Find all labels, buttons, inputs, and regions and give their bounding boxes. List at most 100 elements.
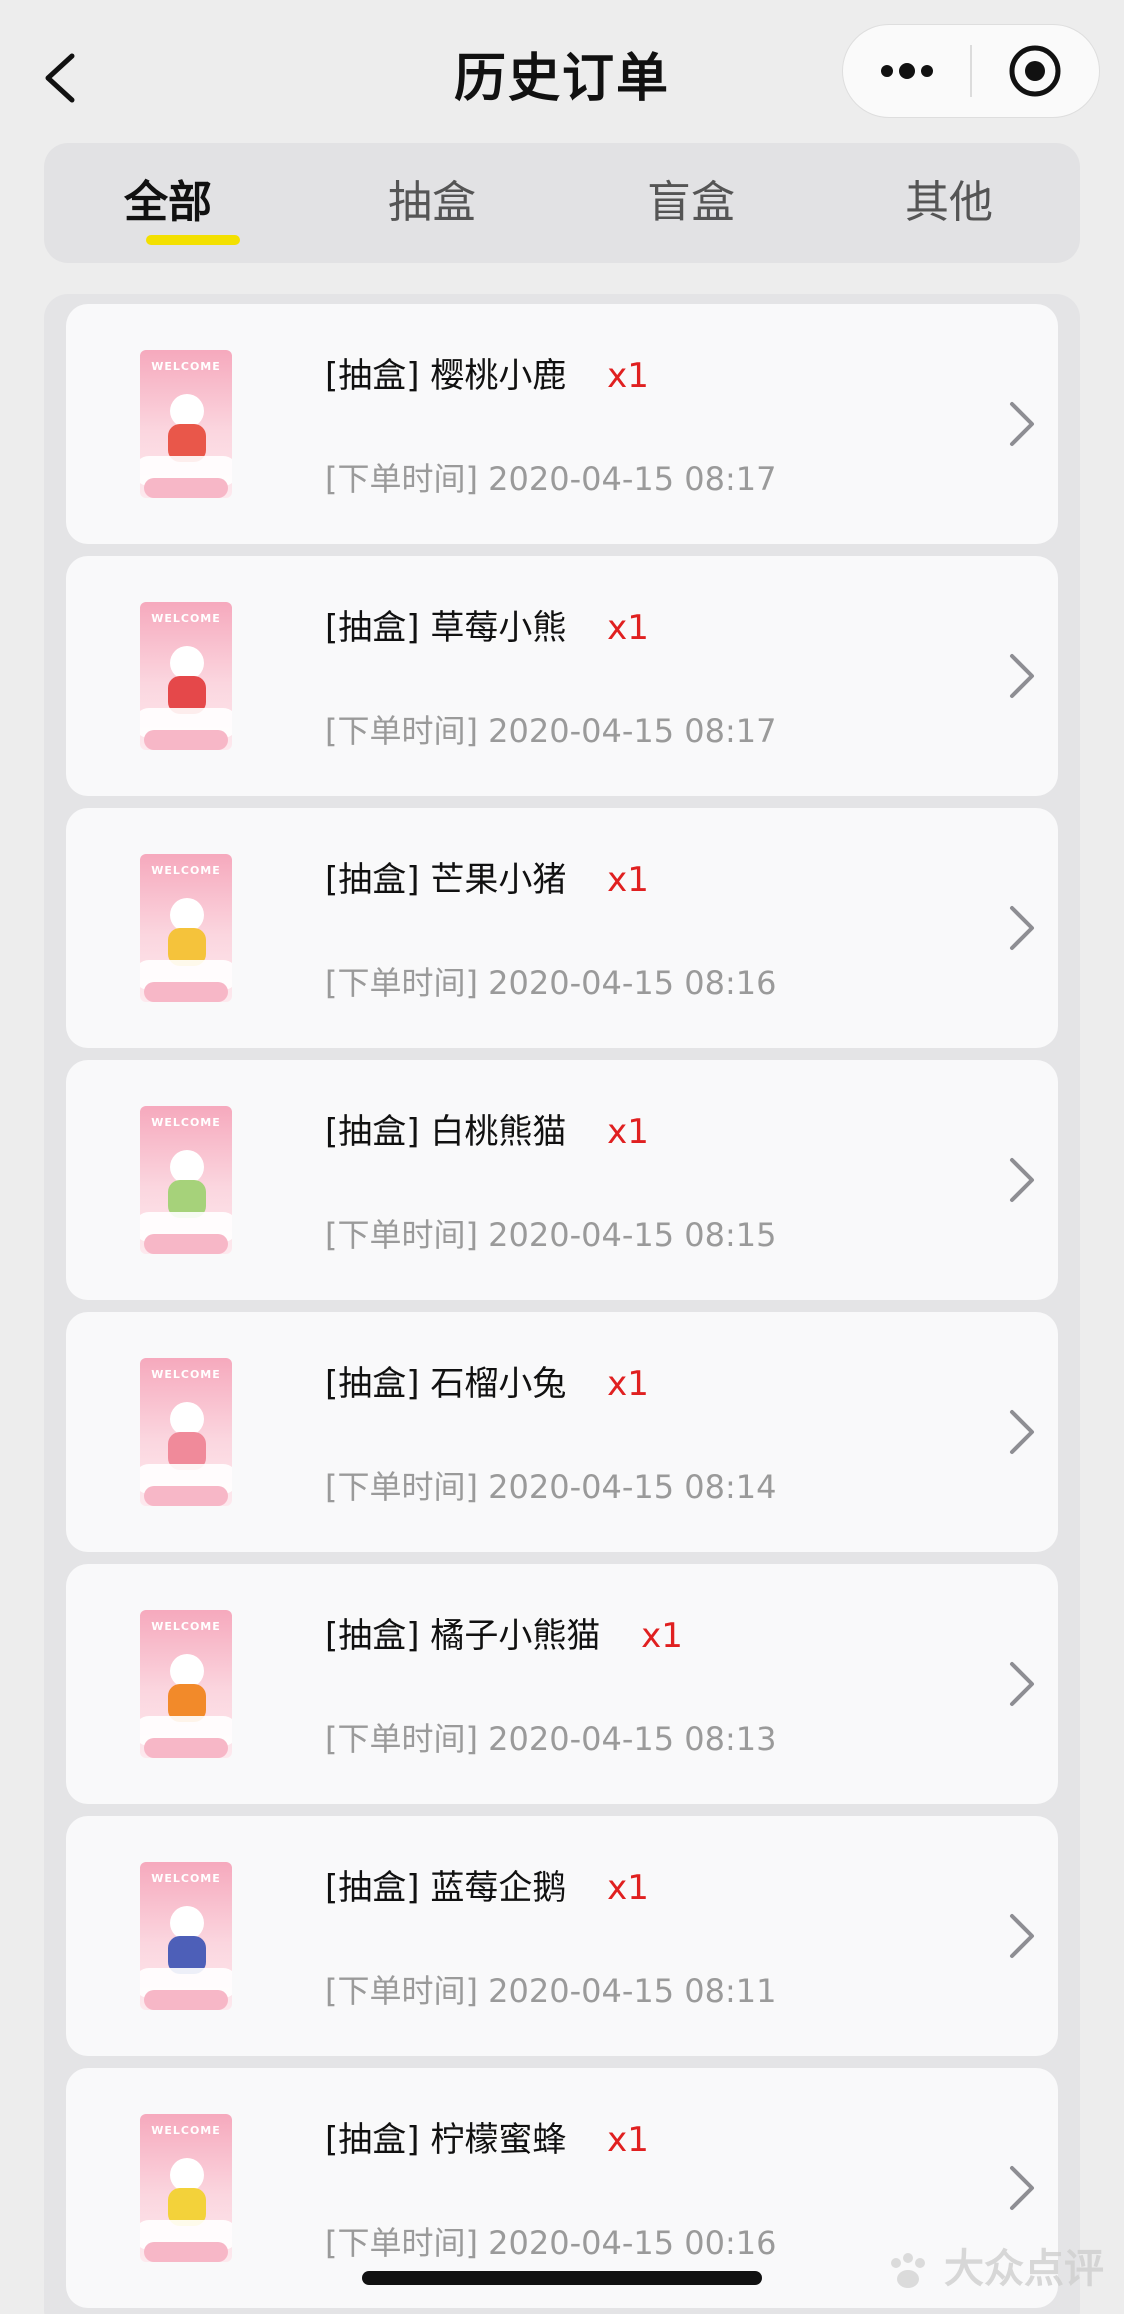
order-time-value: 2020-04-15 08:13 [488,1720,777,1758]
thumbnail-base [144,730,228,750]
product-thumbnail: WELCOME [140,2114,232,2262]
target-circle-icon [1009,45,1061,97]
order-quantity: x1 [607,1112,649,1152]
order-item-name: 橘子小熊猫 [430,1616,601,1656]
chevron-right-icon [1010,1158,1034,1202]
order-item-title: [抽盒] 白桃熊猫 x1 [325,1104,649,1153]
order-card[interactable]: WELCOME [抽盒] 石榴小兔 x1 [下单时间] 2020-04-15 0… [66,1312,1058,1552]
order-time: [下单时间] 2020-04-15 08:16 [325,958,777,1004]
order-time-value: 2020-04-15 08:11 [488,1972,777,2010]
tab-label: 其他 [905,177,993,228]
tab-label: 盲盒 [647,177,735,228]
order-time-label: [下单时间] [325,1720,478,1758]
more-dots-icon [880,63,933,79]
order-category-tabs: 全部 抽盒 盲盒 其他 [44,143,1080,263]
order-time-label: [下单时间] [325,460,478,498]
order-time: [下单时间] 2020-04-15 08:17 [325,454,777,500]
order-item-name: 樱桃小鹿 [430,356,567,396]
order-card[interactable]: WELCOME [抽盒] 草莓小熊 x1 [下单时间] 2020-04-15 0… [66,556,1058,796]
product-thumbnail: WELCOME [140,1106,232,1254]
order-item-name: 白桃熊猫 [430,1112,567,1152]
tab-blind-box[interactable]: 盲盒 [591,143,791,263]
tab-all[interactable]: 全部 [68,143,268,263]
thumbnail-welcome-text: WELCOME [151,360,221,373]
order-item-name: 草莓小熊 [430,608,567,648]
watermark: 大众点评 [886,2236,1104,2294]
order-card[interactable]: WELCOME [抽盒] 蓝莓企鹅 x1 [下单时间] 2020-04-15 0… [66,1816,1058,2056]
order-tag: [抽盒] [325,2120,420,2160]
product-thumbnail: WELCOME [140,1610,232,1758]
mini-program-capsule [842,24,1100,118]
chevron-right-icon [1010,2166,1034,2210]
order-tag: [抽盒] [325,1616,420,1656]
tab-label: 全部 [124,177,212,228]
close-mini-program-button[interactable] [972,24,1099,118]
order-card[interactable]: WELCOME [抽盒] 芒果小猪 x1 [下单时间] 2020-04-15 0… [66,808,1058,1048]
figure-head [170,1906,204,1940]
order-quantity: x1 [607,2120,649,2160]
chevron-right-icon [1010,1662,1034,1706]
thumbnail-welcome-text: WELCOME [151,2124,221,2137]
thumbnail-base [144,1234,228,1254]
order-item-name: 柠檬蜜蜂 [430,2120,567,2160]
watermark-text: 大众点评 [944,2246,1104,2292]
order-time-value: 2020-04-15 08:16 [488,964,777,1002]
figure-head [170,1150,204,1184]
thumbnail-base [144,982,228,1002]
order-card[interactable]: WELCOME [抽盒] 橘子小熊猫 x1 [下单时间] 2020-04-15 … [66,1564,1058,1804]
order-item-title: [抽盒] 橘子小熊猫 x1 [325,1608,683,1657]
order-time: [下单时间] 2020-04-15 08:13 [325,1714,777,1760]
thumbnail-base [144,2242,228,2262]
product-thumbnail: WELCOME [140,854,232,1002]
thumbnail-welcome-text: WELCOME [151,1620,221,1633]
chevron-right-icon [1010,402,1034,446]
tab-label: 抽盒 [388,177,476,228]
tab-draw-box[interactable]: 抽盒 [332,143,532,263]
order-time: [下单时间] 2020-04-15 08:11 [325,1966,777,2012]
order-item-title: [抽盒] 芒果小猪 x1 [325,852,649,901]
thumbnail-base [144,478,228,498]
order-item-name: 石榴小兔 [430,1364,567,1404]
order-item-name: 芒果小猪 [430,860,567,900]
order-time-value: 2020-04-15 08:14 [488,1468,777,1506]
thumbnail-welcome-text: WELCOME [151,1872,221,1885]
thumbnail-base [144,1990,228,2010]
order-item-title: [抽盒] 樱桃小鹿 x1 [325,348,649,397]
order-item-title: [抽盒] 草莓小熊 x1 [325,600,649,649]
order-item-title: [抽盒] 蓝莓企鹅 x1 [325,1860,649,1909]
thumbnail-welcome-text: WELCOME [151,1368,221,1381]
order-quantity: x1 [607,860,649,900]
dianping-logo-icon [891,2253,926,2288]
thumbnail-base [144,1738,228,1758]
tab-other[interactable]: 其他 [849,143,1049,263]
order-time-label: [下单时间] [325,2224,478,2262]
navigation-bar: 历史订单 [0,0,1124,140]
figure-head [170,1402,204,1436]
order-tag: [抽盒] [325,860,420,900]
order-time-label: [下单时间] [325,1972,478,2010]
order-tag: [抽盒] [325,608,420,648]
figure-head [170,898,204,932]
order-tag: [抽盒] [325,1112,420,1152]
figure-head [170,1654,204,1688]
order-quantity: x1 [607,1364,649,1404]
active-tab-indicator [146,235,240,245]
product-thumbnail: WELCOME [140,602,232,750]
home-indicator [362,2271,762,2285]
order-time-label: [下单时间] [325,712,478,750]
order-tag: [抽盒] [325,1364,420,1404]
order-item-name: 蓝莓企鹅 [430,1868,567,1908]
order-time: [下单时间] 2020-04-15 08:17 [325,706,777,752]
order-quantity: x1 [641,1616,683,1656]
order-card[interactable]: WELCOME [抽盒] 樱桃小鹿 x1 [下单时间] 2020-04-15 0… [66,304,1058,544]
thumbnail-base [144,1486,228,1506]
thumbnail-welcome-text: WELCOME [151,864,221,877]
order-quantity: x1 [607,356,649,396]
order-tag: [抽盒] [325,356,420,396]
order-time: [下单时间] 2020-04-15 08:14 [325,1462,777,1508]
more-button[interactable] [843,24,970,118]
order-card[interactable]: WELCOME [抽盒] 白桃熊猫 x1 [下单时间] 2020-04-15 0… [66,1060,1058,1300]
order-time-value: 2020-04-15 08:15 [488,1216,777,1254]
order-quantity: x1 [607,1868,649,1908]
order-item-title: [抽盒] 柠檬蜜蜂 x1 [325,2112,649,2161]
